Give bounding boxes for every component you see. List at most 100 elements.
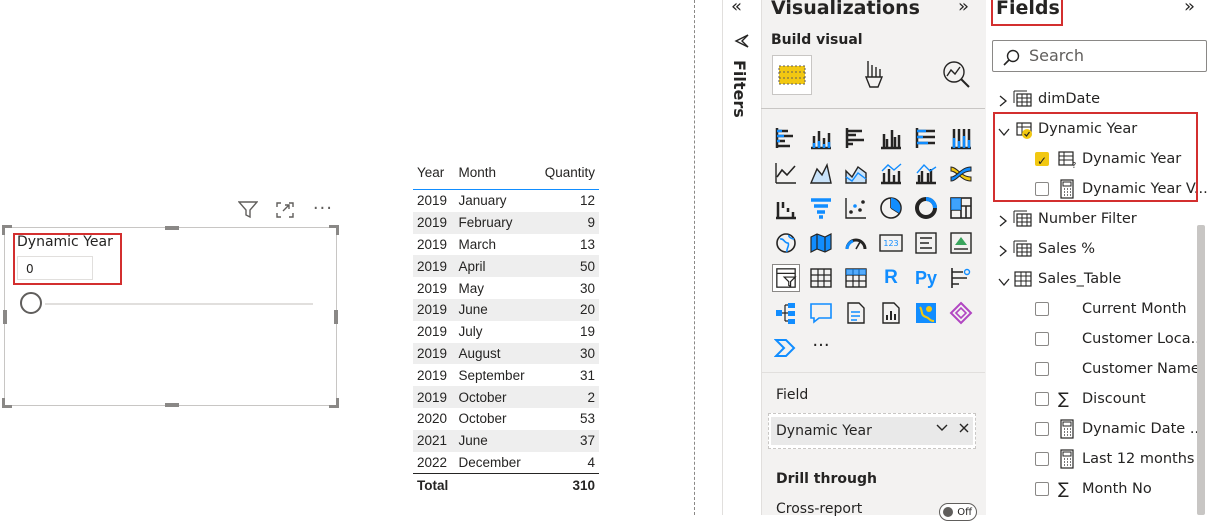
format-visual-tab-icon[interactable] [855, 55, 893, 93]
resize-handle-bottom-right[interactable] [329, 398, 339, 408]
field-checkbox[interactable] [1035, 482, 1049, 496]
slider-thumb[interactable] [20, 292, 42, 314]
field-label: dimDate [1038, 91, 1101, 107]
analytics-tab-icon[interactable] [937, 55, 975, 93]
collapse-fields-icon[interactable]: » [1184, 0, 1195, 17]
slicer-icon[interactable] [772, 264, 800, 292]
paginated-report-icon[interactable] [877, 299, 905, 327]
chevron-right-icon[interactable] [997, 212, 1009, 236]
key-influencers-icon[interactable] [947, 264, 975, 292]
resize-handle-bottom[interactable] [165, 403, 179, 407]
resize-handle-top-right[interactable] [329, 225, 339, 235]
resize-handle-top[interactable] [165, 226, 179, 230]
column-header-quantity[interactable]: Quantity [535, 163, 599, 190]
cell-month: February [454, 211, 536, 234]
kpi-icon[interactable] [947, 229, 975, 257]
ribbon-chart-icon[interactable] [947, 159, 975, 187]
card-icon[interactable]: 123 [877, 229, 905, 257]
get-more-visuals-icon[interactable]: ··· [807, 331, 835, 359]
donut-chart-icon[interactable] [912, 194, 940, 222]
slicer-title: Dynamic Year [17, 234, 113, 250]
power-apps-icon[interactable] [947, 299, 975, 327]
azure-map-icon[interactable] [912, 299, 940, 327]
table-visual[interactable]: Year Month Quantity 2019 January 12 2019 Fe… [413, 163, 599, 497]
decomposition-tree-icon[interactable] [772, 299, 800, 327]
field-checkbox-checked[interactable] [1035, 149, 1049, 173]
sigma-icon: ∑ [1058, 479, 1069, 498]
fields-search-input[interactable]: Search [992, 40, 1207, 72]
100-stacked-column-chart-icon[interactable] [947, 124, 975, 152]
build-visual-tab-icon[interactable] [772, 55, 812, 95]
visualizations-title: Visualizations [771, 0, 920, 19]
cross-report-toggle[interactable]: Off [939, 503, 977, 521]
field-checkbox[interactable] [1035, 362, 1049, 376]
chevron-down-icon[interactable] [997, 272, 1011, 296]
slicer-visual[interactable]: Dynamic Year 0 [2, 225, 339, 408]
filled-map-icon[interactable] [807, 229, 835, 257]
chevron-down-icon[interactable] [935, 420, 949, 438]
area-chart-icon[interactable] [807, 159, 835, 187]
table-row: 2019 August 30 [413, 342, 599, 365]
field-checkbox[interactable] [1035, 392, 1049, 406]
field-label: Dynamic Year [1038, 121, 1138, 137]
map-icon[interactable] [772, 229, 800, 257]
100-stacked-bar-chart-icon[interactable] [912, 124, 940, 152]
table-row: 2019 March 13 [413, 234, 599, 256]
stacked-column-chart-icon[interactable] [807, 124, 835, 152]
cell-year: 2019 [417, 193, 448, 209]
focus-mode-icon[interactable] [275, 201, 295, 223]
stacked-area-chart-icon[interactable] [842, 159, 870, 187]
chevron-down-icon[interactable] [997, 122, 1011, 146]
clustered-bar-chart-icon[interactable] [842, 124, 870, 152]
filter-icon[interactable] [237, 201, 259, 223]
resize-handle-top-left[interactable] [2, 225, 12, 235]
treemap-icon[interactable] [947, 194, 975, 222]
line-and-clustered-column-chart-icon[interactable] [912, 159, 940, 187]
stacked-bar-chart-icon[interactable] [772, 124, 800, 152]
table-row: 2019 October 2 [413, 386, 599, 408]
table-row: 2022 December 4 [413, 452, 599, 474]
smart-narrative-icon[interactable] [842, 299, 870, 327]
pie-chart-icon[interactable] [877, 194, 905, 222]
waterfall-chart-icon[interactable] [772, 194, 800, 222]
column-header-month[interactable]: Month [454, 163, 536, 190]
table-icon[interactable] [807, 264, 835, 292]
column-header-year[interactable]: Year [413, 163, 455, 190]
python-visual-icon[interactable]: Py [912, 264, 940, 292]
chevron-right-icon[interactable] [997, 92, 1009, 116]
resize-handle-right[interactable] [334, 310, 338, 324]
multi-row-card-icon[interactable] [912, 229, 940, 257]
line-chart-icon[interactable] [772, 159, 800, 187]
cell-year: 2019 [417, 280, 448, 296]
r-script-visual-icon[interactable]: R [877, 264, 905, 292]
field-checkbox[interactable] [1035, 422, 1049, 436]
filter-pane-icon[interactable] [734, 33, 750, 53]
slider-track[interactable] [45, 303, 313, 305]
funnel-chart-icon[interactable] [807, 194, 835, 222]
collapse-visualizations-icon[interactable]: » [958, 0, 969, 17]
remove-field-icon[interactable] [957, 420, 971, 439]
resize-handle-left[interactable] [3, 310, 7, 324]
cell-month: September [458, 367, 525, 383]
resize-handle-bottom-left[interactable] [2, 398, 12, 408]
expand-filters-icon[interactable]: « [731, 0, 742, 17]
line-and-stacked-column-chart-icon[interactable] [877, 159, 905, 187]
cell-month: May [458, 280, 485, 296]
qa-visual-icon[interactable] [807, 299, 835, 327]
more-options-icon[interactable]: ··· [313, 198, 333, 219]
calculator-icon [1059, 449, 1075, 477]
matrix-icon[interactable] [842, 264, 870, 292]
filters-label[interactable]: Filters [730, 60, 749, 118]
clustered-column-chart-icon[interactable] [877, 124, 905, 152]
slicer-value-input[interactable]: 0 [17, 256, 93, 280]
field-checkbox[interactable] [1035, 182, 1049, 196]
field-checkbox[interactable] [1035, 302, 1049, 316]
field-checkbox[interactable] [1035, 332, 1049, 346]
scatter-chart-icon[interactable] [842, 194, 870, 222]
field-checkbox[interactable] [1035, 452, 1049, 466]
chevron-right-icon[interactable] [997, 242, 1009, 266]
gauge-icon[interactable] [842, 229, 870, 257]
build-visual-label: Build visual [771, 32, 863, 48]
power-automate-icon[interactable] [772, 334, 800, 362]
fields-scrollbar[interactable] [1197, 225, 1205, 515]
